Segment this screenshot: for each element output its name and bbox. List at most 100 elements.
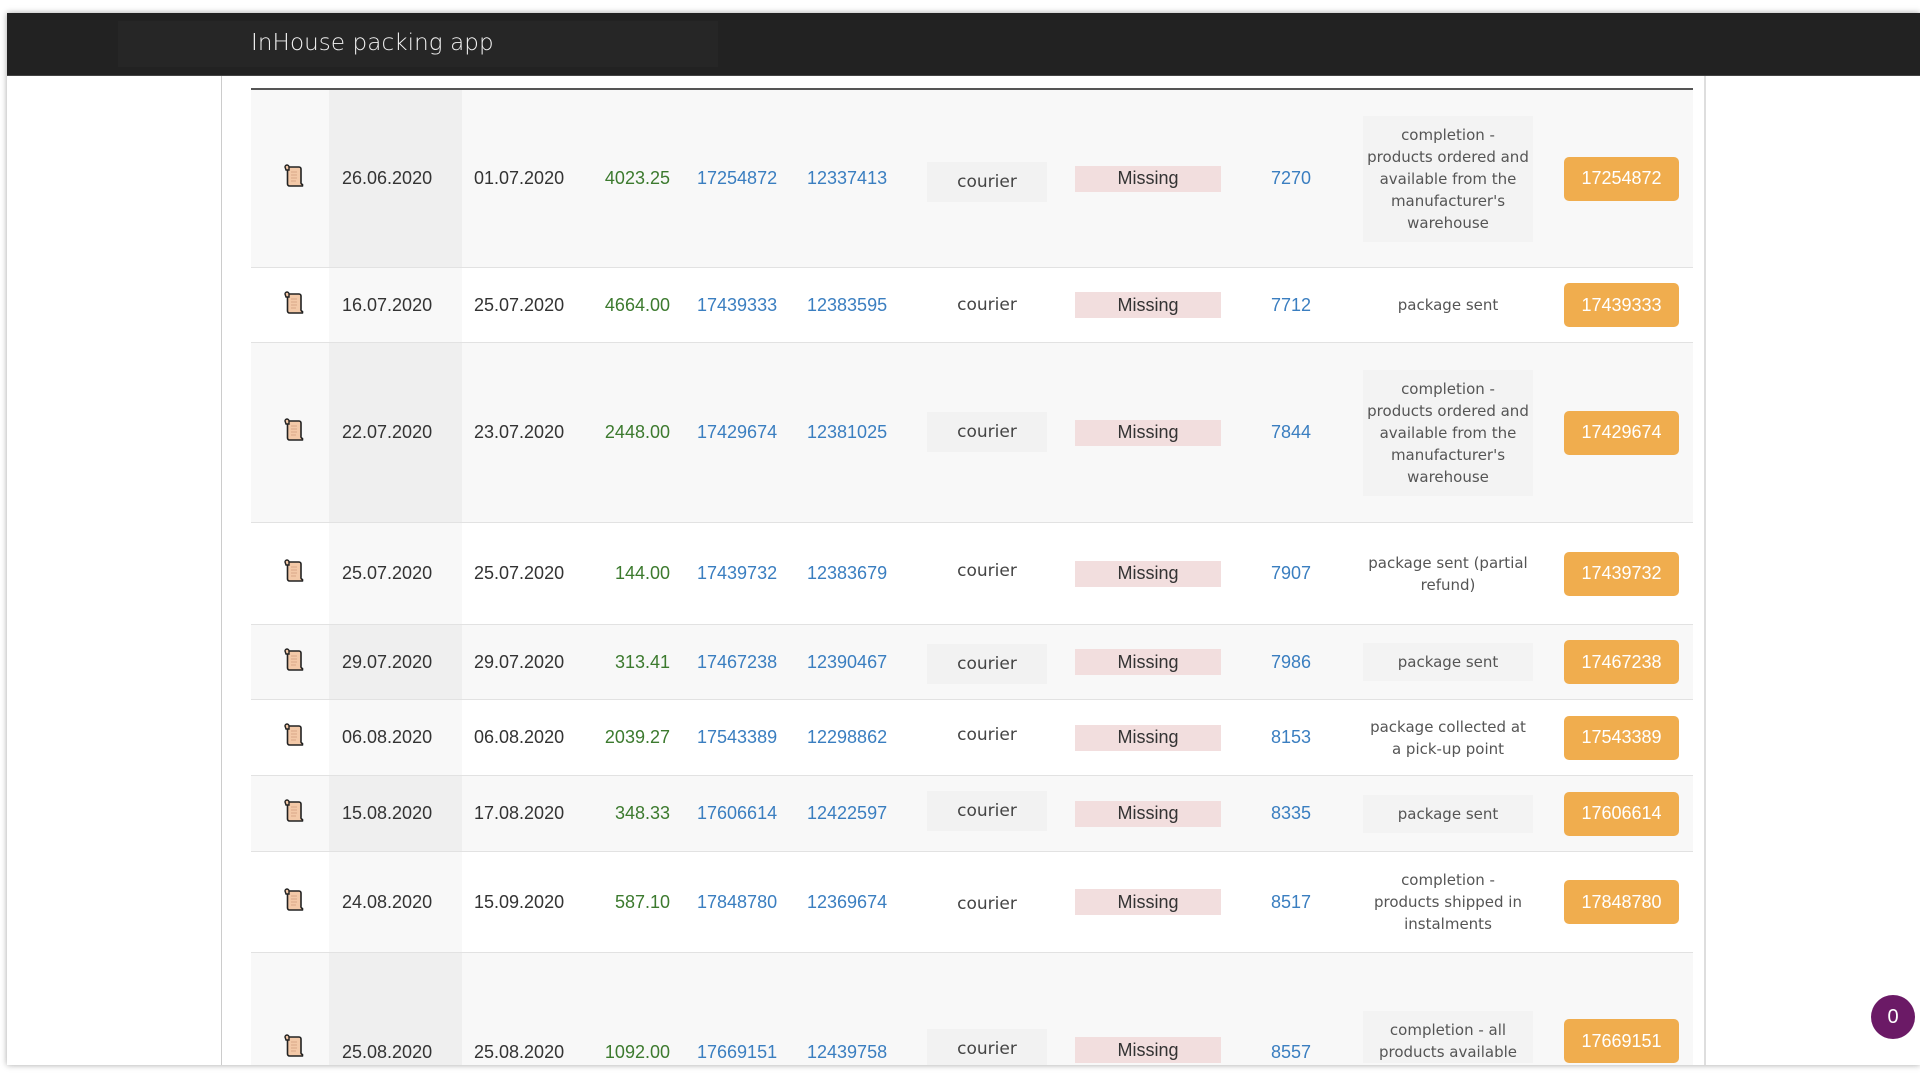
- app-header: InHouse packing app: [7, 13, 1920, 76]
- row-icon-cell[interactable]: [271, 268, 315, 342]
- carrier-label: courier: [927, 644, 1047, 684]
- order-id-link[interactable]: 17429674: [697, 343, 797, 522]
- status-cell: completion - products ordered and availa…: [1359, 90, 1537, 267]
- right-panel-divider: [1704, 76, 1706, 1065]
- carrier-label: courier: [927, 161, 1047, 202]
- table-row: 25.07.2020 25.07.2020 144.00 17439732 12…: [251, 523, 1693, 625]
- table-row: 25.08.2020 25.08.2020 1092.00 17669151 1…: [251, 953, 1693, 1065]
- open-order-button[interactable]: 17669151: [1564, 1019, 1679, 1063]
- status-cell: package collected at a pick-up point: [1359, 700, 1537, 775]
- scroll-icon[interactable]: [282, 647, 304, 677]
- open-order-button[interactable]: 17543389: [1564, 715, 1679, 760]
- table-row: 26.06.2020 01.07.2020 4023.25 17254872 1…: [251, 90, 1693, 268]
- order-id-link[interactable]: 17467238: [697, 625, 797, 699]
- table-row: 24.08.2020 15.09.2020 587.10 17848780 12…: [251, 852, 1693, 953]
- scroll-icon[interactable]: [282, 1034, 304, 1063]
- order-id-link[interactable]: 17439333: [697, 268, 797, 342]
- row-icon-cell[interactable]: [271, 90, 315, 267]
- open-order-button[interactable]: 17606614: [1564, 791, 1679, 836]
- app-window: InHouse packing app 26.06.2020 01.07.202…: [7, 13, 1920, 1065]
- package-number-link[interactable]: 8517: [1241, 852, 1341, 952]
- scroll-icon[interactable]: [282, 164, 304, 193]
- package-number-link[interactable]: 8335: [1241, 776, 1341, 851]
- updated-date: 01.07.2020: [474, 168, 565, 188]
- open-order-button[interactable]: 17429674: [1564, 410, 1679, 455]
- carrier-cell: courier: [912, 343, 1062, 522]
- package-number-link[interactable]: 7986: [1241, 625, 1341, 699]
- carrier-cell: courier: [912, 523, 1062, 624]
- package-number-link[interactable]: 7712: [1241, 268, 1341, 342]
- tracking-cell: Missing: [1075, 523, 1221, 624]
- order-button-cell: 17467238: [1564, 625, 1679, 699]
- order-amount: 2039.27: [604, 727, 670, 747]
- scroll-icon[interactable]: [282, 723, 304, 752]
- carrier-label: courier: [957, 560, 1017, 581]
- order-id-link[interactable]: 17848780: [697, 852, 797, 952]
- carrier-label: courier: [927, 1029, 1047, 1065]
- reference-id-link[interactable]: 12383679: [807, 523, 907, 624]
- open-order-button[interactable]: 17254872: [1564, 156, 1679, 201]
- tracking-missing-badge: Missing: [1075, 419, 1221, 446]
- carrier-label: courier: [927, 790, 1047, 831]
- row-icon-cell[interactable]: [271, 700, 315, 775]
- package-number-link[interactable]: 7270: [1241, 90, 1341, 267]
- order-button-cell: 17429674: [1564, 343, 1679, 522]
- scroll-icon[interactable]: [282, 799, 304, 828]
- row-icon-cell[interactable]: [271, 625, 315, 699]
- tracking-missing-badge: Missing: [1075, 165, 1221, 192]
- open-order-button[interactable]: 17439732: [1564, 551, 1679, 596]
- open-order-button[interactable]: 17439333: [1564, 283, 1679, 327]
- reference-id-link[interactable]: 12337413: [807, 90, 907, 267]
- tracking-missing-badge: Missing: [1075, 649, 1221, 675]
- row-icon-cell[interactable]: [271, 523, 315, 624]
- order-id-link[interactable]: 17439732: [697, 523, 797, 624]
- order-button-cell: 17439732: [1564, 523, 1679, 624]
- scroll-icon[interactable]: [282, 290, 304, 320]
- status-cell: package sent: [1359, 776, 1537, 851]
- reference-id-link[interactable]: 12298862: [807, 700, 907, 775]
- order-amount: 2448.00: [604, 422, 670, 442]
- reference-id-link[interactable]: 12390467: [807, 625, 907, 699]
- reference-id-link[interactable]: 12369674: [807, 852, 907, 952]
- status-cell: completion - all products available: [1359, 953, 1537, 1065]
- row-icon-cell[interactable]: [271, 953, 315, 1065]
- tracking-cell: Missing: [1075, 953, 1221, 1065]
- order-status-text: completion - all products available: [1363, 1011, 1533, 1063]
- created-date: 15.08.2020: [329, 776, 462, 851]
- chat-counter-badge[interactable]: 0: [1871, 995, 1915, 1039]
- order-status-text: package sent: [1397, 296, 1499, 314]
- reference-id-link[interactable]: 12422597: [807, 776, 907, 851]
- scroll-icon[interactable]: [282, 887, 304, 917]
- tracking-cell: Missing: [1075, 700, 1221, 775]
- reference-id-link[interactable]: 12381025: [807, 343, 907, 522]
- row-icon-cell[interactable]: [271, 852, 315, 952]
- open-order-button[interactable]: 17848780: [1564, 880, 1679, 924]
- package-number-link[interactable]: 7844: [1241, 343, 1341, 522]
- carrier-label: courier: [957, 295, 1017, 315]
- order-id-link[interactable]: 17543389: [697, 700, 797, 775]
- package-number-link[interactable]: 8557: [1241, 953, 1341, 1065]
- row-icon-cell[interactable]: [271, 776, 315, 851]
- reference-id-link[interactable]: 12439758: [807, 953, 907, 1065]
- carrier-cell: courier: [912, 852, 1062, 952]
- scroll-icon[interactable]: [282, 418, 304, 447]
- updated-date: 23.07.2020: [474, 422, 565, 442]
- order-status-text: package sent: [1363, 643, 1533, 681]
- tracking-missing-badge: Missing: [1075, 1037, 1221, 1063]
- order-id-link[interactable]: 17606614: [697, 776, 797, 851]
- package-number-link[interactable]: 8153: [1241, 700, 1341, 775]
- table-row: 22.07.2020 23.07.2020 2448.00 17429674 1…: [251, 343, 1693, 523]
- row-icon-cell[interactable]: [271, 343, 315, 522]
- order-status-text: completion - products ordered and availa…: [1363, 115, 1533, 242]
- order-status-text: package sent: [1363, 794, 1533, 833]
- order-amount: 1092.00: [604, 1042, 670, 1062]
- updated-date: 06.08.2020: [474, 727, 565, 747]
- scroll-icon[interactable]: [282, 559, 304, 588]
- reference-id-link[interactable]: 12383595: [807, 268, 907, 342]
- order-id-link[interactable]: 17669151: [697, 953, 797, 1065]
- carrier-cell: courier: [912, 700, 1062, 775]
- open-order-button[interactable]: 17467238: [1564, 640, 1679, 684]
- package-number-link[interactable]: 7907: [1241, 523, 1341, 624]
- order-id-link[interactable]: 17254872: [697, 90, 797, 267]
- status-cell: package sent: [1359, 268, 1537, 342]
